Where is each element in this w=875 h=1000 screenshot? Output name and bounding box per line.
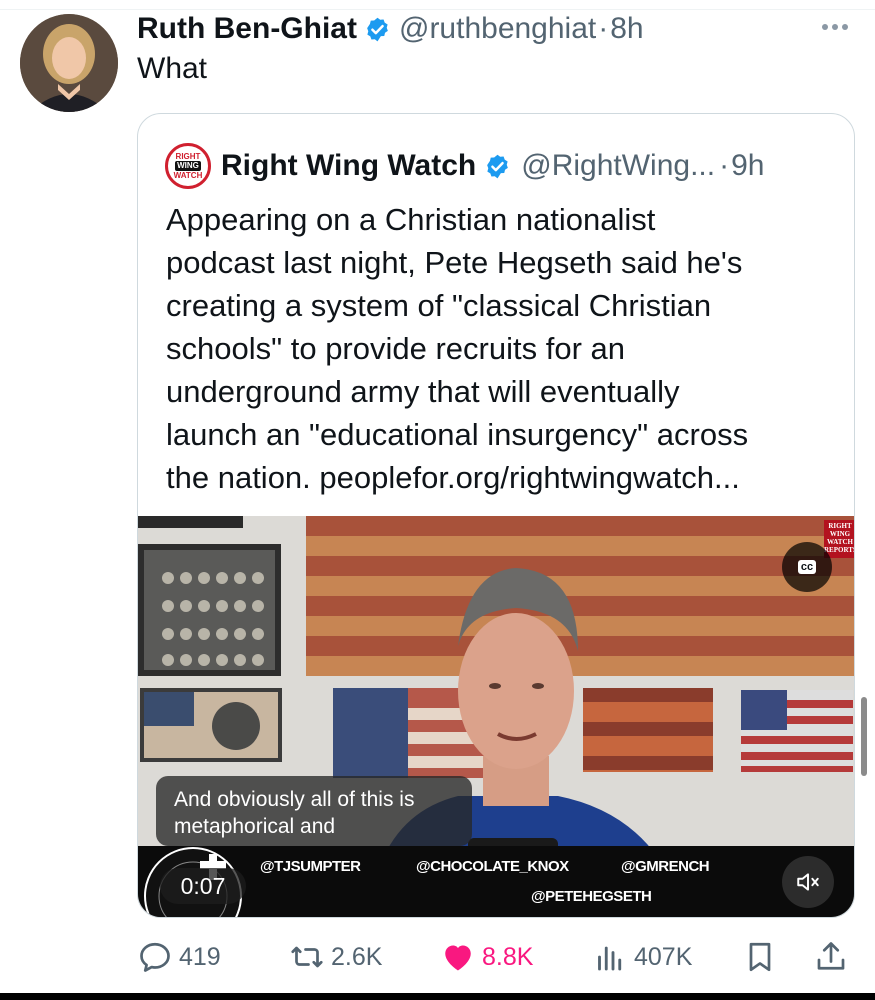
quoted-tweet-text: Appearing on a Christian nationalist pod… xyxy=(166,198,826,499)
avatar[interactable] xyxy=(20,14,118,112)
author-name[interactable]: Ruth Ben-Ghiat xyxy=(137,12,357,46)
quoted-tweet-card[interactable]: RIGHT WING WATCH Right Wing Watch @Right… xyxy=(137,113,855,918)
separator-dot: · xyxy=(598,12,609,45)
text-line: Appearing on a Christian nationalist xyxy=(166,202,656,237)
quoted-author-name[interactable]: Right Wing Watch xyxy=(221,149,476,183)
views-count: 407K xyxy=(634,942,693,971)
avatar-photo xyxy=(20,14,118,112)
views-button[interactable]: 407K xyxy=(592,935,692,979)
share-icon xyxy=(817,942,845,970)
reply-icon xyxy=(140,942,170,972)
quoted-timestamp[interactable]: 9h xyxy=(731,149,764,183)
quoted-author-handle[interactable]: @RightWing... xyxy=(521,149,715,183)
logo-text-mid: WING xyxy=(175,161,201,171)
timestamp[interactable]: 8h xyxy=(610,12,643,46)
bottom-edge xyxy=(0,993,875,1000)
right-wing-watch-reports-badge: RIGHT WING WATCH REPORTS xyxy=(824,520,855,558)
text-line: underground army that will eventually xyxy=(166,374,680,409)
badge-line: RIGHT xyxy=(828,522,852,530)
bookmark-button[interactable] xyxy=(742,935,778,979)
cc-icon: cc xyxy=(797,560,817,574)
reply-count: 419 xyxy=(179,942,221,971)
right-wing-watch-logo[interactable]: RIGHT WING WATCH xyxy=(165,143,211,189)
text-line: podcast last night, Pete Hegseth said he… xyxy=(166,245,743,280)
video-caption: And obviously all of this is metaphorica… xyxy=(156,776,472,846)
reply-button[interactable]: 419 xyxy=(137,935,221,979)
retweet-icon xyxy=(291,946,323,968)
video-tag: @GMRENCH xyxy=(621,858,710,875)
mute-button[interactable] xyxy=(782,856,834,908)
like-count: 8.8K xyxy=(482,942,534,971)
tweet-text: What xyxy=(137,52,208,85)
closed-captions-button[interactable]: cc xyxy=(782,542,832,592)
video-tag: @PETEHEGSETH xyxy=(531,888,652,905)
retweet-count: 2.6K xyxy=(331,942,383,971)
video-tag: @CHOCOLATE_KNOX xyxy=(416,858,569,875)
caption-line: metaphorical and xyxy=(174,815,336,838)
video-tag: @TJSUMPTER xyxy=(260,858,361,875)
verified-badge-icon xyxy=(367,17,388,41)
video-timestamp: 0:07 xyxy=(160,868,246,904)
speaker-muted-icon xyxy=(797,873,819,891)
views-icon xyxy=(598,946,622,971)
bookmark-icon xyxy=(749,942,771,972)
text-line: launch an "educational insurgency" acros… xyxy=(166,417,749,452)
tweet-actions: 419 2.6K 8.8K 407K xyxy=(137,935,855,979)
text-line-link[interactable]: the nation. peoplefor.org/rightwingwatch… xyxy=(166,456,826,499)
share-button[interactable] xyxy=(813,935,849,979)
like-button[interactable]: 8.8K xyxy=(440,935,533,979)
badge-line: WING xyxy=(829,530,851,538)
retweet-button[interactable]: 2.6K xyxy=(289,935,382,979)
logo-text-bottom: WATCH xyxy=(173,171,203,180)
verified-badge-icon xyxy=(487,154,509,178)
text-line: schools" to provide recruits for an xyxy=(166,331,625,366)
badge-line: WATCH xyxy=(827,538,853,546)
scrollbar[interactable] xyxy=(861,697,867,776)
tweet-header: Ruth Ben-Ghiat @ruthbenghiat · 8h xyxy=(137,9,644,49)
caption-line: And obviously all of this is xyxy=(174,788,415,811)
separator-dot: · xyxy=(719,149,730,182)
quoted-tweet-header: RIGHT WING WATCH Right Wing Watch @Right… xyxy=(165,143,764,189)
text-line: creating a system of "classical Christia… xyxy=(166,288,712,323)
author-handle[interactable]: @ruthbenghiat xyxy=(399,12,596,46)
video-player[interactable]: RIGHT WING WATCH REPORTS cc @TJSUMPTER @… xyxy=(138,516,855,917)
more-options-icon[interactable] xyxy=(815,12,855,42)
heart-icon xyxy=(445,945,471,971)
logo-text-top: RIGHT xyxy=(175,152,201,161)
badge-line: REPORTS xyxy=(824,546,855,554)
